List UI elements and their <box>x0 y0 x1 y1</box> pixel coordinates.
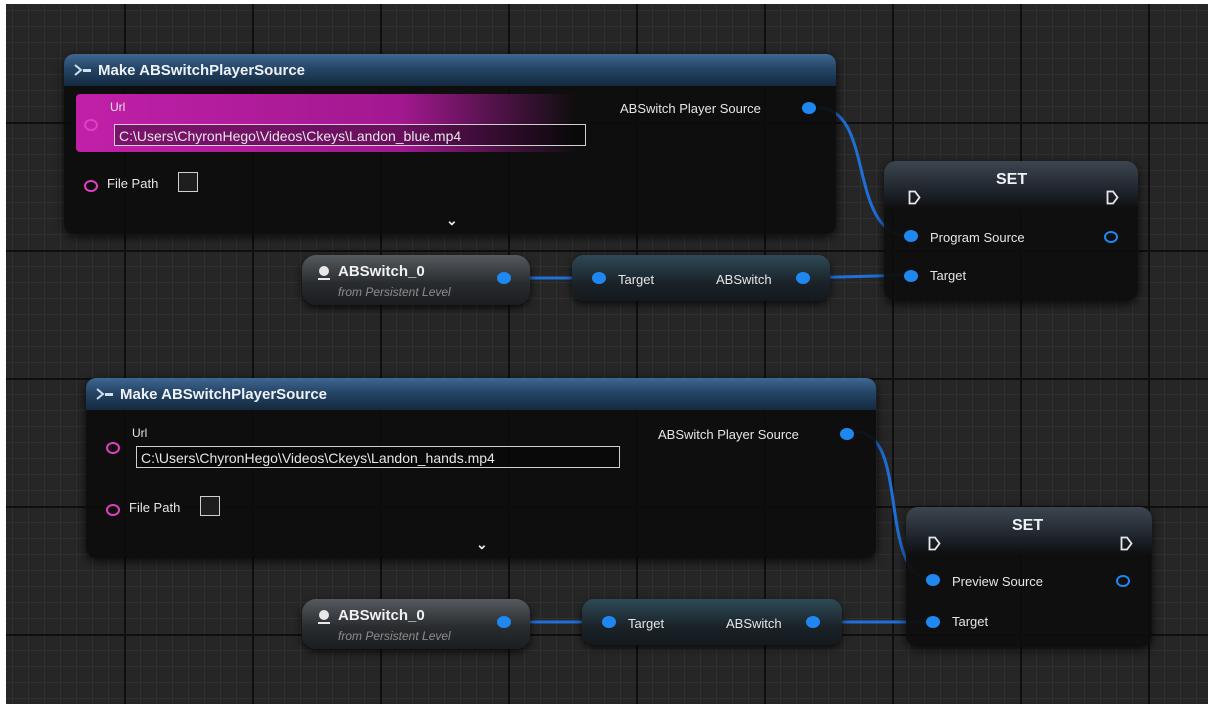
actor-icon <box>318 610 330 624</box>
make-node-header[interactable]: Make ABSwitchPlayerSource <box>86 378 876 410</box>
struct-icon <box>74 64 91 76</box>
url-label: Url <box>132 426 148 440</box>
blueprint-graph-canvas[interactable]: Make ABSwitchPlayerSource Url C:\Users\C… <box>6 4 1208 704</box>
set-node-title: SET <box>1012 517 1044 534</box>
url-input-pin[interactable] <box>84 119 98 131</box>
actor-icon <box>318 266 330 280</box>
file-path-label: File Path <box>107 176 159 191</box>
set-node-title: SET <box>996 171 1028 188</box>
reference-name: ABSwitch_0 <box>338 607 425 624</box>
exec-out-pin-icon[interactable] <box>1120 536 1133 551</box>
file-path-checkbox[interactable] <box>178 172 198 192</box>
target-label: Target <box>628 616 665 631</box>
preview-source-label: Preview Source <box>952 574 1044 589</box>
file-path-label: File Path <box>129 500 181 515</box>
abswitch-output-pin[interactable] <box>796 272 810 284</box>
preview-source-output-pin[interactable] <box>1116 575 1130 587</box>
target-label: Target <box>952 614 989 629</box>
file-path-checkbox[interactable] <box>200 496 220 516</box>
program-source-output-pin[interactable] <box>1104 231 1118 243</box>
url-field[interactable]: C:\Users\ChyronHego\Videos\Ckeys\Landon_… <box>136 446 620 468</box>
abswitch-player-source-label: ABSwitch Player Source <box>620 101 761 116</box>
chevron-down-icon[interactable]: ⌄ <box>446 212 458 229</box>
exec-out-pin-icon[interactable] <box>1106 190 1119 205</box>
abswitch-player-source-pin[interactable] <box>840 428 854 440</box>
get-abswitch-node-2[interactable]: Target ABSwitch <box>582 599 842 645</box>
abswitch-output-label: ABSwitch <box>716 272 772 287</box>
abswitch-output-label: ABSwitch <box>726 616 782 631</box>
target-input-pin[interactable] <box>602 616 616 628</box>
exec-in-pin-icon[interactable] <box>908 190 921 205</box>
get-abswitch-node-1[interactable]: Target ABSwitch <box>572 255 830 301</box>
abswitch-reference-node-1[interactable]: ABSwitch_0 from Persistent Level <box>302 255 530 305</box>
make-node-2[interactable]: Make ABSwitchPlayerSource Url C:\Users\C… <box>86 378 876 558</box>
reference-subtitle: from Persistent Level <box>338 629 451 643</box>
reference-subtitle: from Persistent Level <box>338 285 451 299</box>
target-input-pin[interactable] <box>926 616 940 628</box>
target-input-pin[interactable] <box>904 270 918 282</box>
target-label: Target <box>930 268 967 283</box>
exec-in-pin-icon[interactable] <box>928 536 941 551</box>
target-label: Target <box>618 272 655 287</box>
make-node-1[interactable]: Make ABSwitchPlayerSource Url C:\Users\C… <box>64 54 836 234</box>
struct-icon <box>96 388 113 400</box>
abswitch-output-pin[interactable] <box>806 616 820 628</box>
program-source-input-pin[interactable] <box>904 230 918 242</box>
chevron-down-icon[interactable]: ⌄ <box>476 536 488 553</box>
abswitch-reference-node-2[interactable]: ABSwitch_0 from Persistent Level <box>302 599 530 649</box>
url-label: Url <box>110 100 126 114</box>
reference-output-pin[interactable] <box>497 616 511 628</box>
make-node-title: Make ABSwitchPlayerSource <box>98 61 306 79</box>
file-path-pin[interactable] <box>106 504 120 516</box>
reference-name: ABSwitch_0 <box>338 263 425 280</box>
file-path-pin[interactable] <box>84 180 98 192</box>
abswitch-player-source-label: ABSwitch Player Source <box>658 427 799 442</box>
target-input-pin[interactable] <box>592 272 606 284</box>
set-node-1[interactable]: SET Program Source Target <box>884 161 1138 301</box>
program-source-label: Program Source <box>930 230 1025 245</box>
abswitch-player-source-pin[interactable] <box>802 102 816 114</box>
set-node-2[interactable]: SET Preview Source Target <box>906 507 1152 647</box>
make-node-header[interactable]: Make ABSwitchPlayerSource <box>64 54 836 86</box>
url-field[interactable]: C:\Users\ChyronHego\Videos\Ckeys\Landon_… <box>114 124 586 146</box>
preview-source-input-pin[interactable] <box>926 574 940 586</box>
make-node-title: Make ABSwitchPlayerSource <box>120 385 328 403</box>
reference-output-pin[interactable] <box>497 272 511 284</box>
url-input-pin[interactable] <box>106 442 120 454</box>
